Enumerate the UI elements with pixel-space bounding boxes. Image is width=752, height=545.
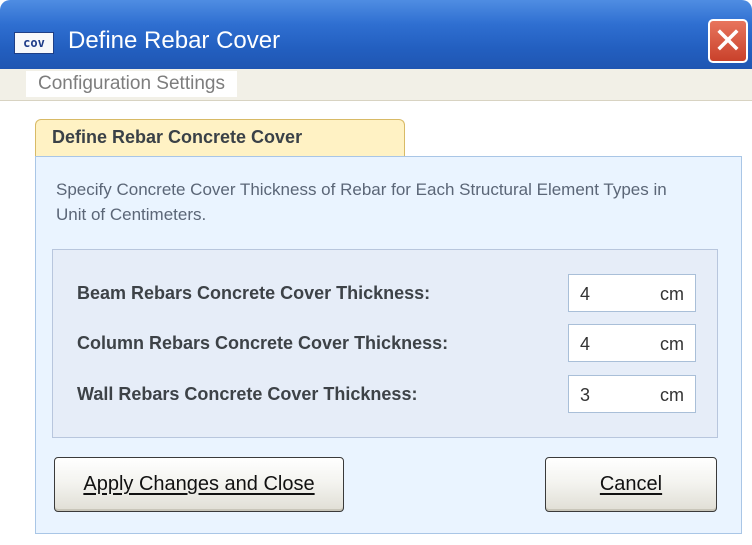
wall-cover-unit: cm <box>660 385 684 405</box>
cancel-label: Cancel <box>599 473 663 495</box>
app-icon: cov <box>14 32 54 54</box>
column-cover-label: Column Rebars Concrete Cover Thickness: <box>77 333 449 353</box>
menu-bar: Configuration Settings <box>0 69 752 101</box>
wall-cover-row: Wall Rebars Concrete Cover Thickness: 3 … <box>77 375 707 413</box>
tab-panel: Specify Concrete Cover Thickness of Reba… <box>35 156 742 534</box>
close-icon: ✕ <box>712 20 744 61</box>
wall-cover-input[interactable]: 3 cm <box>568 375 696 413</box>
cover-fields-group: Beam Rebars Concrete Cover Thickness: 4 … <box>52 249 718 438</box>
cancel-button[interactable]: Cancel <box>545 457 717 512</box>
title-bar[interactable]: cov Define Rebar Cover ✕ <box>0 0 752 69</box>
column-cover-unit: cm <box>660 334 684 354</box>
menu-item-configuration-settings[interactable]: Configuration Settings <box>26 71 237 97</box>
apply-changes-button[interactable]: Apply Changes and Close <box>54 457 344 512</box>
beam-cover-input[interactable]: 4 cm <box>568 274 696 312</box>
column-cover-input[interactable]: 4 cm <box>568 324 696 362</box>
description-text: Specify Concrete Cover Thickness of Reba… <box>56 180 667 224</box>
column-cover-row: Column Rebars Concrete Cover Thickness: … <box>77 324 707 362</box>
close-button[interactable]: ✕ <box>708 19 748 63</box>
tab-define-rebar-concrete-cover[interactable]: Define Rebar Concrete Cover <box>35 119 405 157</box>
column-cover-value: 4 <box>580 334 591 354</box>
window-title: Define Rebar Cover <box>68 27 281 54</box>
wall-cover-label: Wall Rebars Concrete Cover Thickness: <box>77 384 418 404</box>
apply-changes-label: Apply Changes and Close <box>83 473 315 495</box>
tab-label: Define Rebar Concrete Cover <box>52 127 303 147</box>
beam-cover-value: 4 <box>580 284 591 304</box>
beam-cover-unit: cm <box>660 284 684 304</box>
beam-cover-row: Beam Rebars Concrete Cover Thickness: 4 … <box>77 274 707 312</box>
wall-cover-value: 3 <box>580 385 591 405</box>
beam-cover-label: Beam Rebars Concrete Cover Thickness: <box>77 283 431 303</box>
